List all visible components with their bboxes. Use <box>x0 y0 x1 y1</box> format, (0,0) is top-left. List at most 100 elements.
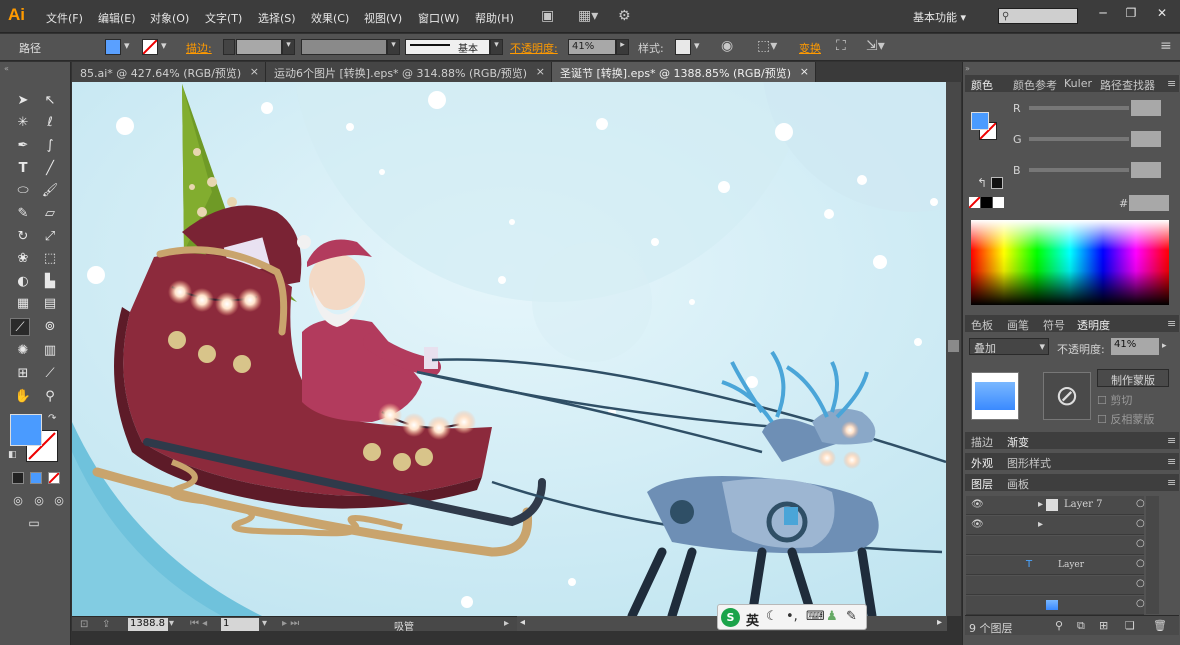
layer-name[interactable]: Layer 7 <box>1064 499 1103 510</box>
close-window-button[interactable]: ✕ <box>1148 4 1176 22</box>
direct-selection-tool-icon[interactable]: ↖ <box>40 92 60 110</box>
panel-menu-icon[interactable]: ≡ <box>1167 77 1176 90</box>
panel-menu-icon[interactable]: ≡ <box>1160 38 1172 54</box>
slice-tool-icon[interactable]: ⟋ <box>40 365 60 383</box>
target-circle-icon[interactable]: ○ <box>1136 518 1145 529</box>
width-profile-dropdown[interactable]: ▾ <box>387 39 400 55</box>
fill-color-box[interactable] <box>10 414 42 446</box>
ime-toolbar[interactable]: S 英 ☾ •, ⌨ ♟ ✎ <box>717 604 867 630</box>
tab-85-ai[interactable]: 85.ai* @ 427.64% (RGB/预览) × <box>72 62 266 82</box>
draw-normal-icon[interactable]: ◎ <box>8 492 28 510</box>
ime-language[interactable]: 英 <box>746 610 759 629</box>
tab-color-guide[interactable]: 颜色参考 <box>1013 77 1057 93</box>
tab-close-icon[interactable]: × <box>536 65 545 78</box>
target-circle-icon[interactable]: ○ <box>1136 558 1145 569</box>
menu-object[interactable]: 对象(O) <box>150 10 189 26</box>
tab-swatches[interactable]: 色板 <box>971 317 993 333</box>
blend-mode-select[interactable]: 叠加 ▾ <box>969 338 1049 355</box>
menu-effect[interactable]: 效果(C) <box>311 10 349 26</box>
blue-slider[interactable]: B <box>969 162 1169 178</box>
draw-inside-icon[interactable]: ◎ <box>49 492 69 510</box>
tab-pathfinder[interactable]: 路径查找器 <box>1100 77 1155 93</box>
collapse-panels-icon[interactable]: » <box>965 64 970 73</box>
scroll-left-icon[interactable]: ◂ <box>520 617 525 628</box>
recolor-artwork-icon[interactable]: ◉ <box>721 38 733 54</box>
lasso-tool-icon[interactable]: ℓ <box>40 114 60 132</box>
new-sublayer-icon[interactable]: ⊞ <box>1099 619 1108 632</box>
graphic-style-swatch[interactable] <box>675 39 691 55</box>
stroke-none-swatch[interactable] <box>142 39 158 55</box>
stroke-weight-stepper[interactable] <box>223 39 235 55</box>
vertical-scrollbar[interactable] <box>946 82 961 616</box>
arrange-documents-icon[interactable]: ▦▾ <box>578 8 598 24</box>
white-quick-swatch[interactable] <box>993 197 1004 208</box>
tab-symbols[interactable]: 符号 <box>1043 317 1065 333</box>
stroke-label[interactable]: 描边: <box>186 40 212 56</box>
type-tool-icon[interactable]: T <box>13 160 33 178</box>
screen-mode-icon[interactable]: ▭ <box>24 514 44 532</box>
curvature-tool-icon[interactable]: ∫ <box>40 137 60 155</box>
last-artboard-icon[interactable]: ▸ ⏭ <box>282 618 299 629</box>
blend-tool-icon[interactable]: ⊚ <box>40 318 60 336</box>
tab-transparency[interactable]: 透明度 <box>1077 317 1110 333</box>
punctuation-icon[interactable]: •, <box>786 609 798 624</box>
keyboard-icon[interactable]: ⌨ <box>806 609 825 624</box>
tab-close-icon[interactable]: × <box>800 65 809 78</box>
brush-definition[interactable]: 基本 <box>405 39 490 55</box>
blue-value-input[interactable] <box>1131 162 1161 178</box>
stroke-weight-input[interactable] <box>236 39 282 55</box>
black-quick-swatch[interactable] <box>981 197 992 208</box>
stroke-weight-dropdown[interactable]: ▾ <box>282 39 295 55</box>
green-value-input[interactable] <box>1131 131 1161 147</box>
scroll-right-icon[interactable]: ▸ <box>937 617 942 628</box>
tab-sports-images[interactable]: 运动6个图片 [转换].eps* @ 314.88% (RGB/预览) × <box>266 62 552 82</box>
help-search-input[interactable]: ⚲ <box>998 8 1078 24</box>
panel-menu-icon[interactable]: ≡ <box>1167 434 1176 447</box>
opacity-dropdown[interactable]: ▸ <box>616 39 629 55</box>
paintbrush-tool-icon[interactable]: 🖌 <box>40 182 60 200</box>
symbol-sprayer-tool-icon[interactable]: ✺ <box>13 342 33 360</box>
fill-swatch[interactable] <box>105 39 121 55</box>
tab-artboards[interactable]: 画板 <box>1007 476 1029 492</box>
layer-row[interactable]: ○ <box>966 596 1145 615</box>
artboard-canvas[interactable] <box>72 82 946 616</box>
status-menu-arrow[interactable]: ▸ <box>504 618 509 629</box>
skin-icon[interactable]: ♟ <box>826 609 838 624</box>
none-swatch[interactable] <box>968 196 981 209</box>
moon-icon[interactable]: ☾ <box>766 609 778 624</box>
eyedropper-tool-icon[interactable]: ⟋ <box>10 318 30 336</box>
out-of-gamut-icon[interactable]: ↰ <box>977 176 987 190</box>
default-colors-icon[interactable]: ◧ <box>8 450 17 460</box>
make-mask-button[interactable]: 制作蒙版 <box>1097 369 1169 387</box>
ellipse-tool-icon[interactable]: ⬭ <box>13 182 33 200</box>
menu-type[interactable]: 文字(T) <box>205 10 242 26</box>
selection-tool-icon[interactable]: ➤ <box>13 92 33 110</box>
menu-window[interactable]: 窗口(W) <box>418 10 459 26</box>
minimize-button[interactable]: ─ <box>1089 4 1117 22</box>
share-icon[interactable]: ⇪ <box>102 619 110 630</box>
hand-tool-icon[interactable]: ✋ <box>13 388 33 406</box>
live-paint-tool-icon[interactable]: ▙ <box>40 273 60 291</box>
tab-color[interactable]: 颜色 <box>971 77 993 93</box>
gradient-mode-icon[interactable] <box>30 472 42 484</box>
perspective-grid-tool-icon[interactable]: ▦ <box>13 295 33 313</box>
collapse-toolbox-icon[interactable]: « <box>4 64 9 73</box>
tab-gradient[interactable]: 渐变 <box>1007 434 1029 450</box>
tab-graphic-styles[interactable]: 图形样式 <box>1007 455 1051 471</box>
target-circle-icon[interactable]: ○ <box>1136 498 1145 509</box>
menu-view[interactable]: 视图(V) <box>364 10 402 26</box>
black-swatch[interactable] <box>991 177 1003 189</box>
tab-stroke[interactable]: 描边 <box>971 434 993 450</box>
stroke-dropdown-icon[interactable]: ▾ <box>161 39 167 52</box>
brush-dropdown[interactable]: ▾ <box>490 39 503 55</box>
draw-behind-icon[interactable]: ◎ <box>29 492 49 510</box>
tab-brushes[interactable]: 画笔 <box>1007 317 1029 333</box>
line-tool-icon[interactable]: ╱ <box>40 160 60 178</box>
color-fill-box[interactable] <box>971 112 989 130</box>
menu-edit[interactable]: 编辑(E) <box>98 10 136 26</box>
tab-close-icon[interactable]: × <box>250 65 259 78</box>
opacity-arrow-icon[interactable]: ▸ <box>1162 341 1167 351</box>
green-slider[interactable]: G <box>969 131 1169 147</box>
visibility-eye-icon[interactable]: 👁 <box>971 499 984 510</box>
visibility-eye-icon[interactable]: 👁 <box>971 519 984 530</box>
